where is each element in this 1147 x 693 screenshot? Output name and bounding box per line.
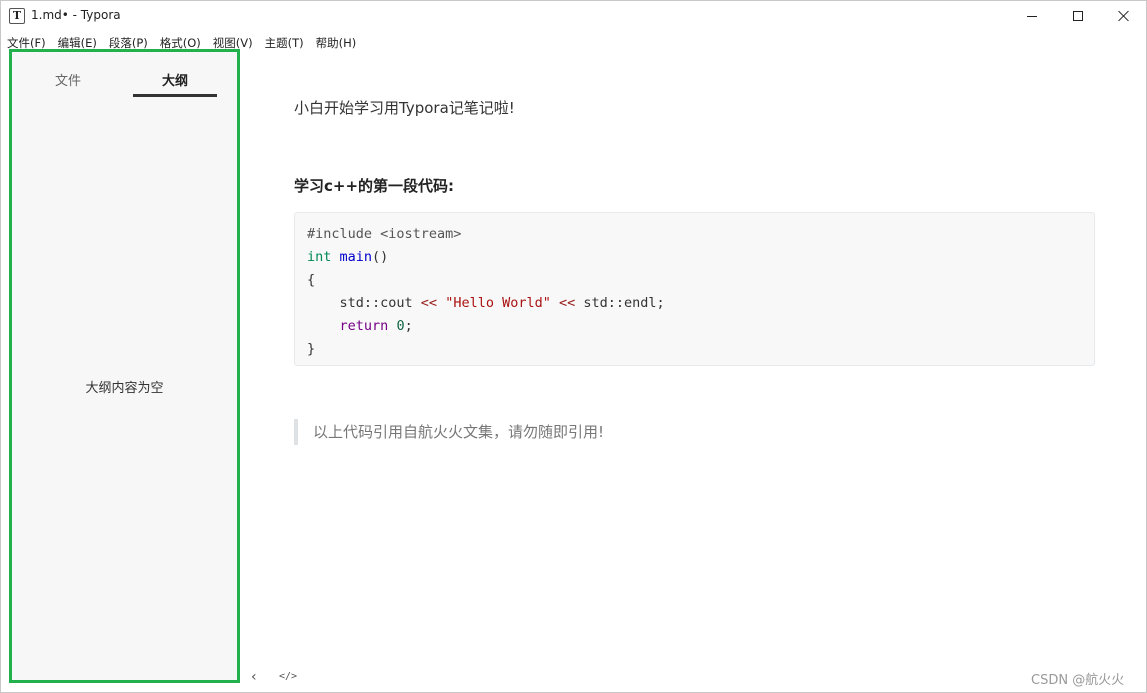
- code-semicolon: ;: [404, 318, 413, 334]
- code-type-keyword: int: [307, 249, 332, 265]
- code-string: "Hello World": [445, 295, 551, 311]
- active-tab-indicator: [133, 94, 217, 97]
- code-include: #include <iostream>: [307, 226, 462, 242]
- code-number: 0: [396, 318, 405, 334]
- code-block[interactable]: #include <iostream> int main() { std::co…: [294, 212, 1095, 366]
- menu-theme[interactable]: 主题(T): [259, 31, 310, 53]
- code-line-3: {: [307, 269, 1082, 292]
- minimize-icon: [1027, 15, 1037, 17]
- code-operator: <<: [559, 295, 576, 311]
- sidebar: 文件 大纲 大纲内容为空: [9, 49, 240, 683]
- chevron-left-icon[interactable]: ‹: [251, 669, 257, 685]
- code-line-5: return 0;: [307, 315, 1082, 338]
- code-open-brace: {: [307, 272, 316, 288]
- typora-window: T 1.md• - Typora 文件(F) 编辑(E) 段落(P) 格式(O)…: [0, 0, 1147, 693]
- outline-empty-message: 大纲内容为空: [85, 381, 164, 396]
- typora-app-icon: T: [9, 8, 25, 24]
- code-return-keyword: return: [339, 318, 389, 334]
- code-line-6: }: [307, 338, 1082, 361]
- window-title: 1.md• - Typora: [31, 8, 121, 22]
- code-function-name: main: [339, 249, 373, 265]
- title-bar: T 1.md• - Typora: [1, 1, 1146, 31]
- close-button[interactable]: [1101, 1, 1146, 31]
- paragraph[interactable]: 小白开始学习用Typora记笔记啦!: [294, 97, 515, 118]
- editor-area[interactable]: 小白开始学习用Typora记笔记啦! 学习c++的第一段代码: #include…: [242, 53, 1146, 692]
- code-close-brace: }: [307, 341, 316, 357]
- watermark: CSDN @航火火: [1031, 673, 1125, 688]
- code-line-1: #include <iostream>: [307, 223, 1082, 246]
- code-parens: (): [372, 249, 389, 265]
- code-operator: <<: [420, 295, 438, 311]
- maximize-icon: [1073, 11, 1083, 21]
- code-line-2: int main(): [307, 246, 1082, 269]
- menu-help[interactable]: 帮助(H): [310, 31, 363, 53]
- close-icon: [1118, 10, 1130, 22]
- source-mode-button[interactable]: </>: [279, 671, 297, 682]
- tab-files[interactable]: 文件: [55, 70, 81, 89]
- code-cout: std::cout: [307, 295, 421, 311]
- heading[interactable]: 学习c++的第一段代码:: [294, 175, 454, 196]
- code-endl: std::endl;: [575, 295, 665, 311]
- blockquote[interactable]: 以上代码引用自航火火文集，请勿随即引用!: [294, 419, 604, 445]
- code-line-4: std::cout << "Hello World" << std::endl;: [307, 292, 1082, 315]
- minimize-button[interactable]: [1009, 1, 1055, 31]
- maximize-button[interactable]: [1055, 1, 1101, 31]
- tab-outline[interactable]: 大纲: [162, 70, 188, 89]
